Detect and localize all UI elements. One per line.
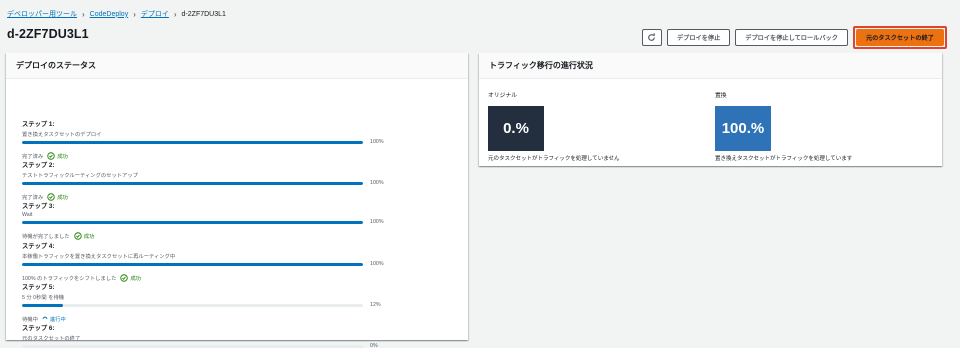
original-label: オリジナル (488, 93, 517, 99)
terminate-original-highlight: 元のタスクセットの終了 (852, 26, 947, 49)
step-description: 元のタスクセットの終了 (22, 336, 81, 342)
success-indicator: 成功 (47, 152, 68, 160)
terminate-original-task-set-button[interactable]: 元のタスクセットの終了 (855, 29, 944, 46)
check-circle-icon (73, 232, 82, 240)
step-progress-bar: 100% (22, 180, 442, 190)
step-result-text: 進行中 (49, 317, 66, 323)
refresh-button[interactable] (641, 29, 662, 46)
step-progress-bar: 100% (22, 219, 442, 229)
step-result-text: 成功 (83, 234, 95, 240)
step-title: ステップ 6: (22, 325, 55, 332)
step-status-text: 待機が完了しました (22, 234, 70, 240)
step-status: 待機が完了しました 成功 (22, 232, 442, 240)
check-circle-icon (47, 152, 55, 160)
step-status-text: 100% のトラフィックをシフトしました (22, 276, 117, 282)
header-actions: デプロイを停止 デプロイを停止してロールバック 元のタスクセットの終了 (641, 26, 947, 49)
replacement-traffic-note: 置き換えタスクセットがトラフィックを処理しています (715, 156, 853, 162)
step-status: 完了済み 成功 (22, 193, 442, 201)
success-indicator: 成功 (73, 232, 95, 240)
breadcrumb-developer-tools[interactable]: デベロッパー用ツール (7, 9, 77, 19)
deployment-step: ステップ 5: 5 分 0秒間 を待機 12% 待機中 進行中 (22, 282, 442, 323)
progress-fill (22, 182, 363, 185)
progress-fill (22, 263, 363, 266)
step-status-text: 完了済み (22, 195, 44, 201)
step-description: Wait (22, 212, 33, 218)
breadcrumb-current: d-2ZF7DU3L1 (181, 10, 226, 18)
deployment-step: ステップ 4: 本稼働トラフィックを置き換えタスクセットに再ルーティング中 100%… (22, 241, 442, 282)
original-traffic-percentage: 0.% (488, 106, 544, 151)
breadcrumb-separator-icon: › (82, 9, 85, 19)
deployment-status-header: デプロイのステータス (6, 53, 468, 79)
step-result-text: 成功 (57, 195, 68, 201)
breadcrumb-separator-icon: › (173, 9, 177, 19)
check-circle-icon (47, 193, 55, 201)
step-description: テストトラフィックルーティングのセットアップ (22, 173, 138, 179)
progress-track (22, 263, 363, 266)
deployment-step: ステップ 3: Wait 100% 待機が完了しました 成功 (22, 201, 442, 240)
progress-percentage: 100% (370, 139, 384, 145)
page-title: d-2ZF7DU3L1 (7, 27, 89, 41)
step-progress-bar: 100% (22, 261, 442, 271)
step-status: 完了済み 成功 (22, 152, 442, 160)
breadcrumb-separator-icon: › (133, 9, 136, 19)
spinner-icon (42, 316, 48, 320)
step-progress-bar: 100% (22, 139, 442, 149)
success-indicator: 成功 (120, 274, 141, 282)
original-traffic-note: 元のタスクセットがトラフィックを処理していません (488, 156, 620, 162)
original-traffic: オリジナル 0.% 元のタスクセットがトラフィックを処理していません (488, 90, 620, 162)
step-title: ステップ 2: (22, 162, 55, 169)
progress-percentage: 12% (370, 302, 381, 308)
replacement-traffic-percentage: 100.% (715, 106, 771, 151)
success-indicator: 成功 (47, 193, 68, 201)
step-progress-bar: 12% (22, 302, 442, 312)
progress-track (22, 182, 363, 185)
progress-percentage: 100% (370, 219, 384, 225)
step-description: 5 分 0秒間 を待機 (22, 295, 65, 301)
refresh-icon (648, 33, 656, 41)
step-description: 置き換えタスクセットのデプロイ (22, 132, 102, 138)
progress-percentage: 0% (370, 343, 378, 348)
progress-track (22, 141, 363, 144)
step-status: 待機中 進行中 (22, 315, 442, 323)
step-status-text: 待機中 (22, 317, 38, 323)
stop-and-rollback-button[interactable]: デプロイを停止してロールバック (735, 29, 848, 46)
in-progress-indicator: 進行中 (42, 315, 66, 323)
step-status: 100% のトラフィックをシフトしました 成功 (22, 274, 442, 282)
breadcrumb-deployments[interactable]: デプロイ (141, 9, 169, 19)
step-title: ステップ 5: (22, 284, 55, 291)
step-description: 本稼働トラフィックを置き換えタスクセットに再ルーティング中 (22, 254, 176, 260)
progress-track (22, 221, 363, 224)
step-status-text: 完了済み (22, 154, 44, 160)
deployment-step: ステップ 6:元のタスクセットの終了0%未開始進行中 (22, 323, 442, 348)
step-result-text: 成功 (57, 154, 68, 160)
progress-percentage: 100% (370, 261, 384, 267)
stop-deployment-button[interactable]: デプロイを停止 (666, 29, 731, 46)
progress-fill (22, 304, 63, 307)
breadcrumb-codedeploy[interactable]: CodeDeploy (90, 11, 129, 18)
progress-fill (22, 141, 363, 144)
step-title: ステップ 3: (22, 203, 55, 210)
step-result-text: 成功 (130, 276, 141, 282)
replacement-traffic: 置換 100.% 置き換えタスクセットがトラフィックを処理しています (715, 90, 852, 162)
deployment-step: ステップ 1: 置き換えタスクセットのデプロイ 100% 完了済み 成功 (22, 119, 442, 160)
progress-track (22, 304, 363, 307)
replacement-label: 置換 (715, 93, 727, 99)
step-title: ステップ 1: (22, 121, 55, 128)
step-title: ステップ 4: (22, 243, 55, 250)
traffic-shifting-panel: トラフィック移行の進行状況 オリジナル 0.% 元のタスクセットがトラフィックを… (479, 53, 942, 166)
progress-fill (22, 221, 363, 224)
traffic-shifting-header: トラフィック移行の進行状況 (479, 53, 942, 79)
progress-percentage: 100% (370, 180, 384, 186)
breadcrumb: デベロッパー用ツール › CodeDeploy › デプロイ › d-2ZF7D… (7, 8, 226, 20)
check-circle-icon (120, 274, 129, 282)
deployment-status-panel: デプロイのステータス ステップ 1: 置き換えタスクセットのデプロイ 100% 完了済… (6, 53, 468, 348)
deployment-step: ステップ 2: テストトラフィックルーティングのセットアップ 100% 完了済み 成功 (22, 160, 442, 201)
